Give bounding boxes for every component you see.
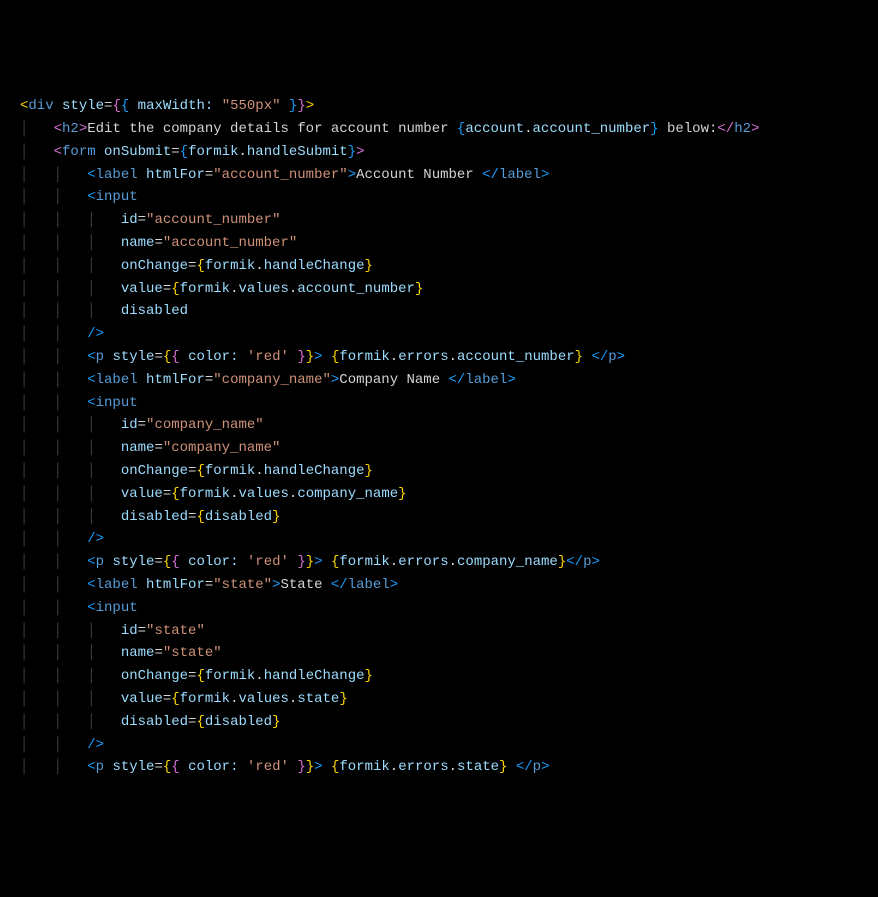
code-line[interactable]: │ │ <input [20,186,878,209]
code-line[interactable]: │ <form onSubmit={formik.handleSubmit}> [20,141,878,164]
code-line[interactable]: │ <h2>Edit the company details for accou… [20,118,878,141]
code-line[interactable]: │ │ │ id="account_number" [20,209,878,232]
code-line[interactable]: │ │ │ onChange={formik.handleChange} [20,460,878,483]
code-line[interactable]: │ │ <p style={{ color: 'red' }}> {formik… [20,551,878,574]
code-editor[interactable]: <div style={{ maxWidth: "550px" }}>│ <h2… [0,91,878,783]
code-line[interactable]: │ │ │ id="state" [20,620,878,643]
code-line[interactable]: │ │ <label htmlFor="account_number">Acco… [20,164,878,187]
code-line[interactable]: │ │ <label htmlFor="company_name">Compan… [20,369,878,392]
code-line[interactable]: │ │ <p style={{ color: 'red' }}> {formik… [20,756,878,779]
code-line[interactable]: │ │ │ value={formik.values.company_name} [20,483,878,506]
code-line[interactable]: │ │ │ name="account_number" [20,232,878,255]
code-line[interactable]: │ │ │ value={formik.values.state} [20,688,878,711]
code-line[interactable]: │ │ │ value={formik.values.account_numbe… [20,278,878,301]
code-line[interactable]: │ │ <input [20,392,878,415]
code-line[interactable]: │ │ │ name="company_name" [20,437,878,460]
code-line[interactable]: │ │ │ onChange={formik.handleChange} [20,665,878,688]
code-line[interactable]: │ │ │ onChange={formik.handleChange} [20,255,878,278]
code-line[interactable]: │ │ <input [20,597,878,620]
code-line[interactable]: │ │ │ name="state" [20,642,878,665]
code-line[interactable]: │ │ │ id="company_name" [20,414,878,437]
code-line[interactable]: │ │ <label htmlFor="state">State </label… [20,574,878,597]
code-line[interactable]: │ │ /> [20,734,878,757]
code-line[interactable]: │ │ <p style={{ color: 'red' }}> {formik… [20,346,878,369]
code-line[interactable]: │ │ /> [20,528,878,551]
code-line[interactable]: │ │ │ disabled [20,300,878,323]
code-line[interactable]: │ │ │ disabled={disabled} [20,711,878,734]
code-line[interactable]: │ │ │ disabled={disabled} [20,506,878,529]
code-line[interactable]: │ │ /> [20,323,878,346]
code-line[interactable]: <div style={{ maxWidth: "550px" }}> [20,95,878,118]
